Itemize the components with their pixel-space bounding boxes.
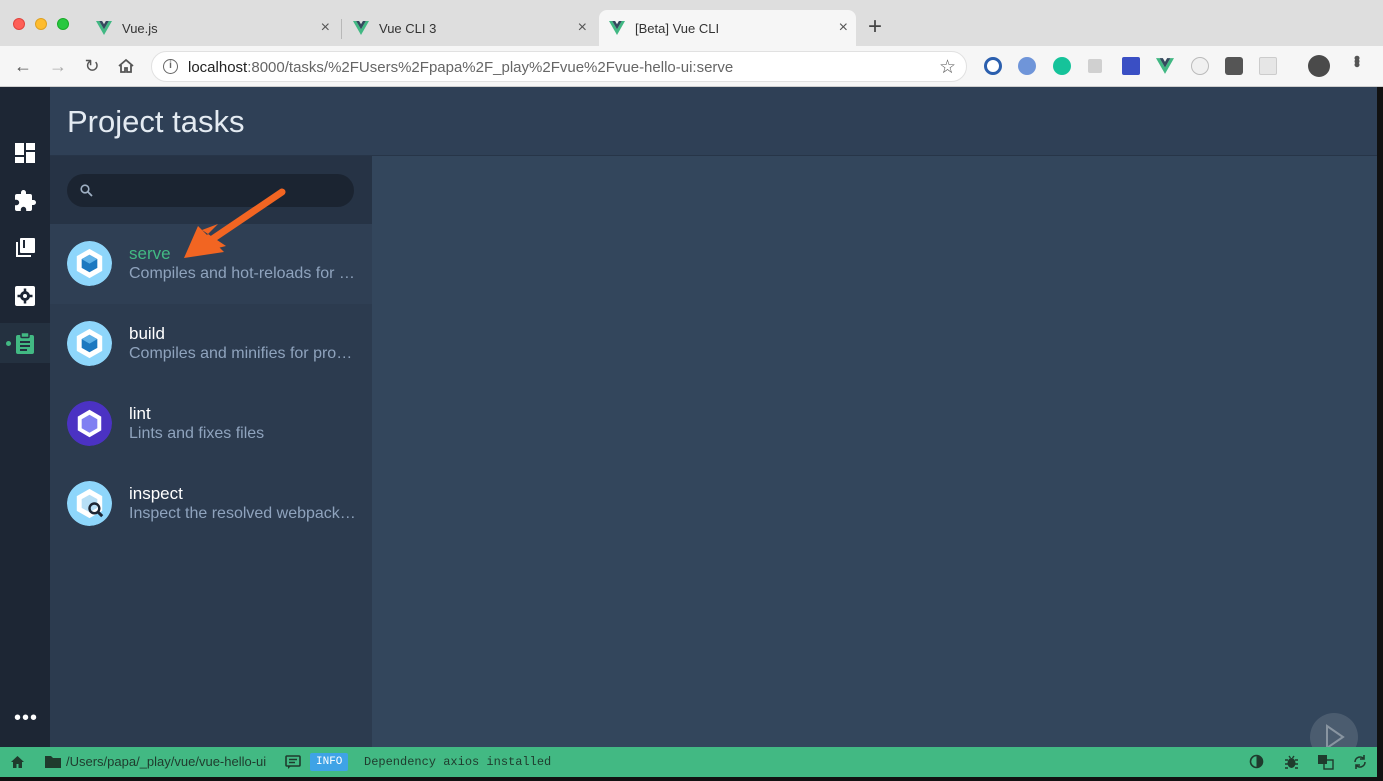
console-log-icon[interactable] — [285, 755, 301, 769]
browser-menu-icon[interactable]: ••• — [1346, 55, 1367, 65]
clipboard-icon — [16, 331, 34, 354]
settings-box-icon — [15, 286, 35, 306]
dashboard-icon — [15, 143, 35, 163]
refresh-icon[interactable] — [1352, 754, 1368, 770]
tab-close-icon[interactable]: × — [839, 20, 848, 36]
browser-tabstrip: Vue.js × Vue CLI 3 × [Beta] Vue CLI × + — [0, 0, 1383, 46]
task-item-build[interactable]: build Compiles and minifies for producti… — [50, 304, 372, 384]
url-host: localhost — [188, 59, 248, 76]
tab-title: [Beta] Vue CLI — [635, 20, 720, 36]
vue-devtools-icon[interactable] — [1156, 57, 1174, 75]
bug-report-icon[interactable] — [1284, 754, 1299, 770]
new-tab-button[interactable]: + — [868, 15, 882, 39]
window-frame-edge — [1377, 87, 1383, 781]
nav-tasks[interactable] — [0, 323, 50, 363]
task-item-inspect[interactable]: inspect Inspect the resolved webpack con… — [50, 464, 372, 544]
task-detail-area — [372, 156, 1377, 747]
more-options-icon[interactable]: ••• — [14, 708, 38, 728]
nav-dashboard[interactable] — [0, 133, 50, 173]
extension-icon[interactable] — [1259, 57, 1277, 75]
task-name: serve — [129, 244, 171, 263]
task-item-lint[interactable]: lint Lints and fixes files — [50, 384, 372, 464]
translate-icon[interactable] — [1317, 754, 1334, 770]
site-info-icon[interactable]: i — [163, 59, 178, 74]
extension-icon[interactable] — [1191, 57, 1209, 75]
extension-icon[interactable] — [1088, 59, 1102, 73]
forward-arrow-icon[interactable]: → — [48, 56, 68, 76]
browser-tab-beta-vue-cli[interactable]: [Beta] Vue CLI × — [599, 10, 856, 46]
extension-icon[interactable] — [1122, 57, 1140, 75]
webpack-cube-icon — [67, 241, 112, 286]
puzzle-icon — [15, 190, 36, 211]
tab-title: Vue CLI 3 — [379, 20, 437, 36]
puzzle-extension-icon[interactable] — [1225, 57, 1243, 75]
grammarly-extension-icon[interactable] — [1053, 57, 1071, 75]
url-text: localhost:8000/tasks/%2FUsers%2Fpapa%2F_… — [188, 59, 733, 76]
task-description: Lints and fixes files — [129, 425, 265, 442]
tab-close-icon[interactable]: × — [578, 20, 587, 36]
browser-toolbar: ← → ↻ i localhost:8000/tasks/%2FUsers%2F… — [0, 46, 1383, 87]
library-books-icon — [16, 238, 35, 257]
task-description: Inspect the resolved webpack config — [129, 505, 357, 522]
vue-logo-icon — [96, 21, 112, 35]
page-header: Project tasks — [50, 87, 1377, 156]
webpack-inspect-icon — [67, 481, 112, 526]
window-minimize-button[interactable] — [35, 18, 47, 30]
webpack-cube-icon — [67, 321, 112, 366]
active-indicator-dot — [6, 341, 11, 346]
back-arrow-icon[interactable]: ← — [13, 56, 33, 76]
orange-arrow-annotation — [184, 188, 286, 258]
nav-plugins[interactable] — [0, 181, 50, 221]
home-icon[interactable] — [117, 57, 135, 75]
url-path: :8000/tasks/%2FUsers%2Fpapa%2F_play%2Fvu… — [247, 59, 734, 76]
home-icon[interactable] — [10, 755, 25, 769]
extension-icon[interactable] — [1018, 57, 1036, 75]
eslint-hexagon-icon — [67, 401, 112, 446]
profile-avatar[interactable] — [1308, 55, 1330, 77]
vue-logo-icon — [353, 21, 369, 35]
window-maximize-button[interactable] — [57, 18, 69, 30]
dark-mode-toggle-icon[interactable] — [1249, 754, 1264, 769]
tab-close-icon[interactable]: × — [321, 20, 330, 36]
log-level-badge: INFO — [310, 753, 349, 771]
search-icon — [80, 184, 93, 197]
side-nav-rail: ••• — [0, 87, 50, 747]
tab-separator — [341, 19, 342, 39]
page-title: Project tasks — [67, 104, 245, 139]
status-bar: /Users/papa/_play/vue/vue-hello-ui INFO … — [0, 747, 1377, 777]
tab-title: Vue.js — [122, 20, 158, 36]
project-path[interactable]: /Users/papa/_play/vue/vue-hello-ui — [45, 754, 266, 769]
browser-tab-vuejs[interactable]: Vue.js × — [86, 10, 338, 46]
vue-logo-icon — [609, 21, 625, 35]
task-name: lint — [129, 404, 151, 423]
window-close-button[interactable] — [13, 18, 25, 30]
browser-tab-vue-cli-3[interactable]: Vue CLI 3 × — [343, 10, 595, 46]
folder-icon — [45, 756, 61, 768]
window-frame-edge — [0, 777, 1383, 781]
reload-icon[interactable]: ↻ — [82, 56, 102, 76]
address-bar[interactable]: i localhost:8000/tasks/%2FUsers%2Fpapa%2… — [151, 51, 967, 82]
task-name: inspect — [129, 484, 183, 503]
project-path-text: /Users/papa/_play/vue/vue-hello-ui — [66, 754, 267, 769]
nav-configuration[interactable] — [0, 276, 50, 316]
task-description: Compiles and minifies for production — [129, 345, 357, 362]
bookmark-star-icon[interactable]: ☆ — [939, 56, 956, 79]
task-description: Compiles and hot-reloads for development — [129, 265, 357, 282]
status-message: Dependency axios installed — [364, 755, 552, 769]
nav-dependencies[interactable] — [0, 228, 50, 268]
task-name: build — [129, 324, 165, 343]
onepassword-extension-icon[interactable] — [984, 57, 1002, 75]
